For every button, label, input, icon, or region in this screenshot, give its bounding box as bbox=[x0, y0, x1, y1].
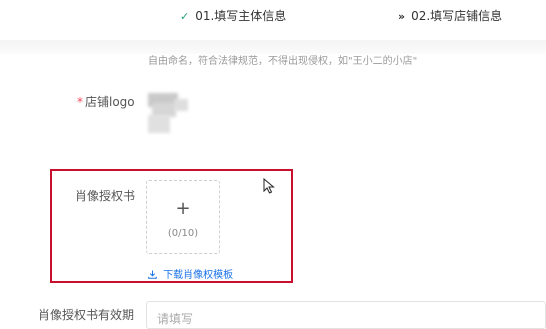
store-logo-label: * 店铺logo bbox=[77, 93, 135, 110]
check-icon: ✓ bbox=[180, 10, 190, 23]
step-1: ✓ 01.填写主体信息 bbox=[180, 7, 286, 24]
highlight-box bbox=[50, 169, 293, 283]
store-logo-image[interactable] bbox=[148, 93, 218, 135]
step-2: ›› 02.填写店铺信息 bbox=[398, 7, 502, 24]
mouse-cursor-icon bbox=[263, 177, 275, 194]
required-mark: * bbox=[77, 95, 83, 109]
step-progress-bar: ✓ 01.填写主体信息 ›› 02.填写店铺信息 bbox=[0, 0, 546, 32]
validity-label: 肖像授权书有效期 bbox=[38, 308, 135, 322]
step-1-label: 01.填写主体信息 bbox=[195, 9, 287, 23]
double-chevron-right-icon: ›› bbox=[398, 10, 405, 23]
validity-input[interactable] bbox=[146, 301, 546, 329]
store-logo-label-text: 店铺logo bbox=[85, 95, 135, 109]
step-2-label: 02.填写店铺信息 bbox=[411, 9, 503, 23]
store-name-hint: 自由命名，符合法律规范，不得出现侵权，如"王小二的小店" bbox=[148, 56, 418, 67]
